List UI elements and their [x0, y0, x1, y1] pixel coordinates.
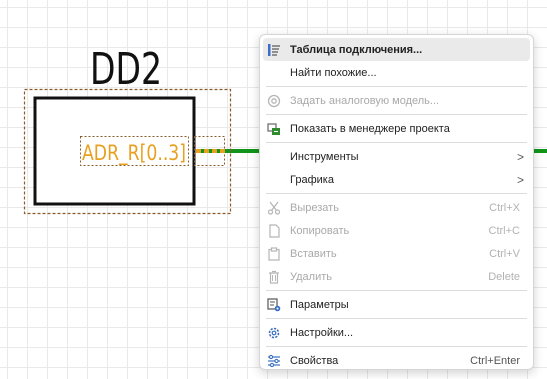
menu-item-settings[interactable]: Настройки... — [263, 321, 530, 344]
menu-item-find-similar[interactable]: Найти похожие... — [263, 61, 530, 84]
menu-item-properties[interactable]: Свойства Ctrl+Enter — [263, 349, 530, 372]
context-menu: Таблица подключения... Найти похожие... … — [259, 34, 534, 370]
menu-item-label: Параметры — [290, 298, 349, 311]
properties-icon — [266, 353, 282, 369]
menu-item-label: Задать аналоговую модель... — [290, 94, 440, 107]
menu-item-paste[interactable]: Вставить Ctrl+V — [263, 242, 530, 265]
menu-separator — [266, 86, 527, 87]
menu-item-parameters[interactable]: Параметры — [263, 293, 530, 316]
project-manager-icon — [266, 121, 282, 137]
analog-model-icon — [266, 93, 282, 109]
menu-separator — [266, 346, 527, 347]
menu-separator — [266, 142, 527, 143]
menu-item-analog-model[interactable]: Задать аналоговую модель... — [263, 89, 530, 112]
shortcut-text: Ctrl+Enter — [470, 354, 520, 367]
menu-item-label: Вставить — [290, 247, 337, 260]
parameters-icon — [266, 297, 282, 313]
menu-item-show-in-project-manager[interactable]: Показать в менеджере проекта — [263, 117, 530, 140]
delete-icon — [266, 269, 282, 285]
menu-item-graphics[interactable]: Графика > — [263, 168, 530, 191]
component-designator[interactable]: DD2 — [90, 44, 162, 95]
menu-item-label: Графика — [290, 173, 334, 186]
menu-item-label: Таблица подключения... — [290, 43, 423, 56]
menu-item-label: Свойства — [290, 354, 339, 367]
shortcut-text: Ctrl+V — [489, 247, 520, 260]
connection-table-icon — [266, 42, 282, 58]
paste-icon — [266, 246, 282, 262]
shortcut-text: Delete — [488, 270, 520, 283]
menu-item-label: Настройки... — [290, 326, 354, 339]
chevron-right-icon: > — [516, 149, 524, 164]
menu-separator — [266, 318, 527, 319]
menu-item-label: Инструменты — [290, 150, 359, 163]
copy-icon — [266, 223, 282, 239]
menu-separator — [266, 193, 527, 194]
menu-item-label: Вырезать — [290, 201, 339, 214]
menu-item-label: Показать в менеджере проекта — [290, 122, 450, 135]
menu-separator — [266, 290, 527, 291]
menu-item-label: Найти похожие... — [290, 66, 377, 79]
menu-item-delete[interactable]: Удалить Delete — [263, 265, 530, 288]
shortcut-text: Ctrl+X — [489, 201, 520, 214]
menu-separator — [266, 114, 527, 115]
chevron-right-icon: > — [516, 172, 524, 187]
settings-icon — [266, 325, 282, 341]
pin-label[interactable]: ADR_R[0..3] — [82, 141, 186, 166]
menu-item-label: Удалить — [290, 270, 332, 283]
menu-item-tools[interactable]: Инструменты > — [263, 145, 530, 168]
cut-icon — [266, 200, 282, 216]
menu-item-copy[interactable]: Копировать Ctrl+C — [263, 219, 530, 242]
menu-item-connection-table[interactable]: Таблица подключения... — [263, 38, 530, 61]
menu-item-cut[interactable]: Вырезать Ctrl+X — [263, 196, 530, 219]
menu-item-label: Копировать — [290, 224, 350, 237]
shortcut-text: Ctrl+C — [488, 224, 520, 237]
